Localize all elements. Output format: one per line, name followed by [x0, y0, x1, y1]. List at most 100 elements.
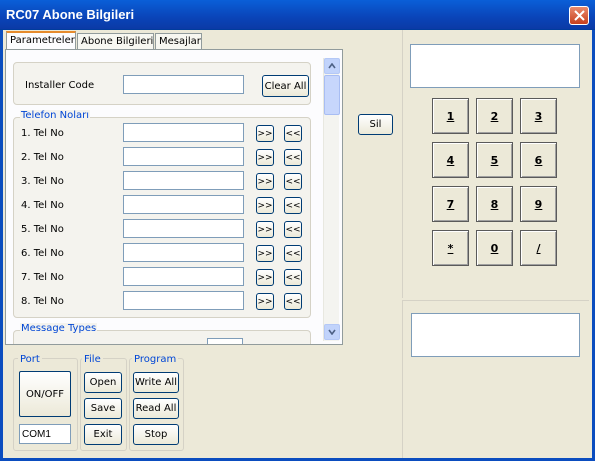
- exit-button[interactable]: Exit: [84, 424, 122, 445]
- left-arrow-label: <<: [285, 224, 301, 235]
- tel-label-7: 7. Tel No: [21, 272, 64, 283]
- sil-button[interactable]: Sil: [358, 114, 393, 135]
- write-all-button[interactable]: Write All: [133, 372, 179, 393]
- tel-left-button-5[interactable]: <<: [284, 221, 302, 238]
- chevron-up-icon: [328, 63, 336, 69]
- read-all-button[interactable]: Read All: [133, 398, 179, 419]
- exit-label: Exit: [93, 429, 113, 440]
- tel-right-button-4[interactable]: >>: [256, 197, 274, 214]
- tel-left-button-6[interactable]: <<: [284, 245, 302, 262]
- tel-left-button-1[interactable]: <<: [284, 125, 302, 142]
- right-arrow-label: >>: [257, 248, 273, 259]
- message-types-title: Message Types: [20, 323, 98, 334]
- tel-left-button-4[interactable]: <<: [284, 197, 302, 214]
- tel-input-5[interactable]: [123, 219, 244, 238]
- tab-parametreler[interactable]: Parametreler: [6, 31, 76, 50]
- tel-right-button-2[interactable]: >>: [256, 149, 274, 166]
- key-label: 3: [534, 109, 543, 123]
- tab-mesajlar[interactable]: Mesajlar: [155, 33, 202, 49]
- tel-label-5: 5. Tel No: [21, 224, 64, 235]
- tab-label: Abone Bilgileri: [81, 36, 154, 47]
- installer-code-input[interactable]: [123, 75, 244, 94]
- tel-left-button-8[interactable]: <<: [284, 293, 302, 310]
- file-title: File: [82, 354, 103, 365]
- key-label: 5: [490, 153, 499, 167]
- save-label: Save: [90, 403, 116, 414]
- tel-right-button-5[interactable]: >>: [256, 221, 274, 238]
- tel-label-3: 3. Tel No: [21, 176, 64, 187]
- message-types-field[interactable]: [207, 338, 243, 344]
- key-label: 4: [446, 153, 455, 167]
- tel-input-1[interactable]: [123, 123, 244, 142]
- key-label: /: [536, 241, 541, 255]
- tel-left-button-2[interactable]: <<: [284, 149, 302, 166]
- tel-right-button-7[interactable]: >>: [256, 269, 274, 286]
- tel-right-button-1[interactable]: >>: [256, 125, 274, 142]
- key-3[interactable]: 3: [520, 98, 557, 134]
- scroll-up-button[interactable]: [324, 58, 340, 74]
- tab-label: Parametreler: [10, 35, 75, 46]
- com-port-input[interactable]: [19, 424, 71, 444]
- tel-input-7[interactable]: [123, 267, 244, 286]
- write-all-label: Write All: [135, 377, 177, 388]
- key-star[interactable]: *: [432, 230, 469, 266]
- tel-input-8[interactable]: [123, 291, 244, 310]
- scroll-thumb[interactable]: [324, 75, 340, 115]
- tab-abone-bilgileri[interactable]: Abone Bilgileri: [77, 33, 154, 49]
- key-label: 1: [446, 109, 455, 123]
- sil-label: Sil: [369, 119, 382, 130]
- key-1[interactable]: 1: [432, 98, 469, 134]
- tel-input-2[interactable]: [123, 147, 244, 166]
- key-slash[interactable]: /: [520, 230, 557, 266]
- on-off-button[interactable]: ON/OFF: [19, 371, 71, 417]
- open-label: Open: [89, 377, 117, 388]
- key-2[interactable]: 2: [476, 98, 513, 134]
- tel-left-button-7[interactable]: <<: [284, 269, 302, 286]
- tel-label-8: 8. Tel No: [21, 296, 64, 307]
- right-arrow-label: >>: [257, 176, 273, 187]
- tel-right-button-3[interactable]: >>: [256, 173, 274, 190]
- vertical-scrollbar[interactable]: [323, 58, 340, 341]
- key-label: 0: [490, 241, 499, 255]
- key-7[interactable]: 7: [432, 186, 469, 222]
- tel-input-3[interactable]: [123, 171, 244, 190]
- read-all-label: Read All: [135, 403, 177, 414]
- stop-button[interactable]: Stop: [133, 424, 179, 445]
- key-5[interactable]: 5: [476, 142, 513, 178]
- tab-label: Mesajlar: [159, 36, 201, 47]
- key-0[interactable]: 0: [476, 230, 513, 266]
- stop-label: Stop: [144, 429, 168, 440]
- right-arrow-label: >>: [257, 272, 273, 283]
- tel-label-1: 1. Tel No: [21, 128, 64, 139]
- tel-right-button-8[interactable]: >>: [256, 293, 274, 310]
- open-button[interactable]: Open: [84, 372, 122, 393]
- key-label: 9: [534, 197, 543, 211]
- tel-label-6: 6. Tel No: [21, 248, 64, 259]
- tel-right-button-6[interactable]: >>: [256, 245, 274, 262]
- key-label: 2: [490, 109, 499, 123]
- close-icon: [573, 10, 585, 21]
- installer-code-label: Installer Code: [25, 80, 95, 91]
- tel-label-2: 2. Tel No: [21, 152, 64, 163]
- key-label: 7: [446, 197, 455, 211]
- clear-all-button[interactable]: Clear All: [262, 75, 309, 97]
- key-9[interactable]: 9: [520, 186, 557, 222]
- left-arrow-label: <<: [285, 152, 301, 163]
- right-arrow-label: >>: [257, 128, 273, 139]
- key-6[interactable]: 6: [520, 142, 557, 178]
- on-off-label: ON/OFF: [25, 388, 65, 400]
- lower-display: [411, 313, 580, 357]
- key-8[interactable]: 8: [476, 186, 513, 222]
- tel-input-6[interactable]: [123, 243, 244, 262]
- tel-input-4[interactable]: [123, 195, 244, 214]
- window-title: RC07 Abone Bilgileri: [6, 7, 135, 22]
- key-label: *: [447, 241, 454, 255]
- save-button[interactable]: Save: [84, 398, 122, 419]
- key-4[interactable]: 4: [432, 142, 469, 178]
- key-label: 8: [490, 197, 499, 211]
- program-title: Program: [132, 354, 179, 365]
- right-arrow-label: >>: [257, 224, 273, 235]
- close-button[interactable]: [569, 6, 589, 25]
- scroll-down-button[interactable]: [324, 324, 340, 340]
- tel-left-button-3[interactable]: <<: [284, 173, 302, 190]
